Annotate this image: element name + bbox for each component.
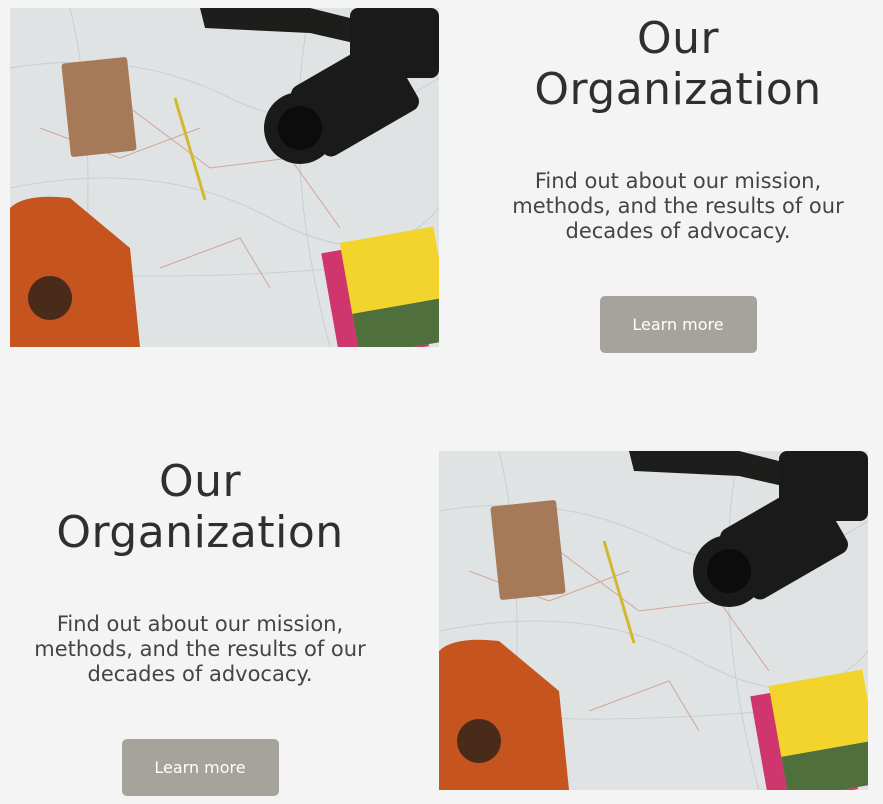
section-title-line2: Organization (534, 64, 822, 115)
feature-image (10, 8, 439, 347)
section-title-line2: Organization (56, 507, 344, 558)
section-title: Our Organization (0, 451, 400, 558)
section-title: Our Organization (478, 8, 878, 115)
feature-text-block: Our Organization Find out about our miss… (478, 8, 878, 353)
map-flatlay-photo (10, 8, 439, 347)
map-flatlay-photo (439, 451, 868, 790)
section-title-line1: Our (636, 13, 720, 64)
feature-image (439, 451, 868, 790)
learn-more-button[interactable]: Learn more (121, 739, 279, 796)
section-description: Find out about our mission, methods, and… (512, 169, 844, 243)
section-description: Find out about our mission, methods, and… (34, 612, 366, 686)
learn-more-button[interactable]: Learn more (599, 296, 757, 353)
feature-text-block: Our Organization Find out about our miss… (0, 451, 400, 796)
section-title-line1: Our (158, 456, 242, 507)
